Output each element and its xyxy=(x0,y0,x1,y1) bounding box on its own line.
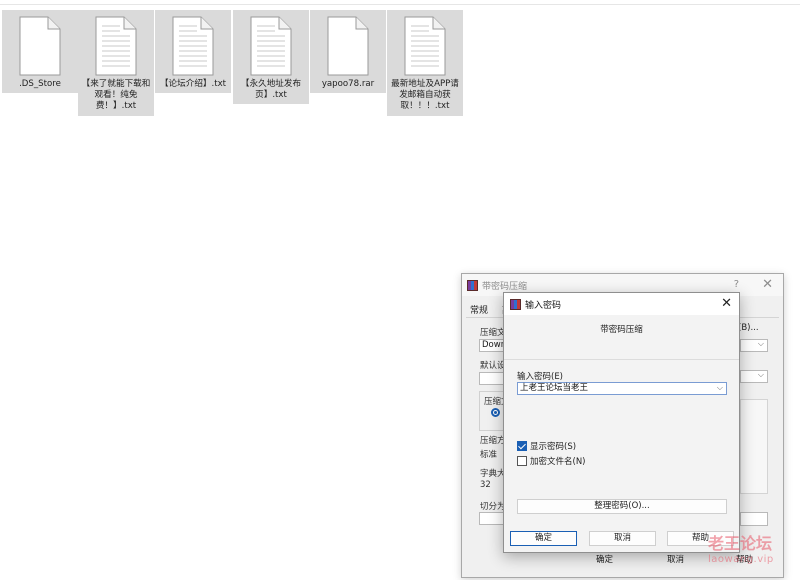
split-size-field[interactable] xyxy=(740,512,768,526)
dictionary-value[interactable]: 32 xyxy=(480,480,491,490)
organize-passwords-button[interactable]: 整理密码(O)... xyxy=(517,499,727,514)
text-file-icon xyxy=(171,16,215,76)
password-dialog: 输入密码 ✕ 带密码压缩 输入密码(E) 上老王论坛当老王 显示密码(S) 加密… xyxy=(503,292,740,553)
method-value[interactable]: 标准 xyxy=(480,448,497,460)
file-name: 【来了就能下载和观看！纯免费！】.txt xyxy=(81,79,151,111)
blank-file-icon xyxy=(18,16,62,76)
ok-button[interactable]: 确定 xyxy=(510,531,577,546)
file-item[interactable]: 最新地址及APP请发邮箱自动获取！！！.txt xyxy=(387,10,463,116)
file-name: 【永久地址发布页】.txt xyxy=(240,79,302,100)
file-name: 最新地址及APP请发邮箱自动获取！！！.txt xyxy=(391,79,459,111)
site-watermark: 老王论坛 laowang.vip xyxy=(708,536,798,568)
close-icon[interactable]: ✕ xyxy=(762,277,773,292)
text-file-icon xyxy=(249,16,293,76)
password-dialog-title: 输入密码 xyxy=(525,300,562,311)
blank-file-icon xyxy=(326,16,370,76)
file-item[interactable]: .DS_Store xyxy=(2,10,78,93)
archive-dialog-title: 带密码压缩 xyxy=(482,281,528,292)
file-name: 【论坛介绍】.txt xyxy=(159,79,227,89)
archive-cancel-button[interactable]: 取消 xyxy=(643,554,708,569)
file-name: yapoo78.rar xyxy=(321,79,375,89)
winrar-app-icon xyxy=(510,298,521,310)
encrypt-filenames-checkbox[interactable]: 加密文件名(N) xyxy=(517,455,586,467)
text-file-icon xyxy=(403,16,447,76)
top-divider xyxy=(0,4,800,5)
text-file-icon xyxy=(94,16,138,76)
checkbox-unchecked-icon[interactable] xyxy=(517,456,527,466)
update-mode-dropdown[interactable] xyxy=(740,370,768,383)
cancel-button[interactable]: 取消 xyxy=(589,531,656,546)
show-password-checkbox[interactable]: 显示密码(S) xyxy=(517,440,576,452)
password-label: 输入密码(E) xyxy=(517,372,564,382)
method-label: 压缩方 xyxy=(480,436,506,446)
file-item[interactable]: 【永久地址发布页】.txt xyxy=(233,10,309,104)
profile-label: 默认设 xyxy=(480,361,506,371)
password-dialog-header: 带密码压缩 xyxy=(504,315,739,360)
close-icon[interactable]: ✕ xyxy=(721,296,732,311)
checkbox-checked-icon[interactable] xyxy=(517,441,527,451)
dictionary-label: 字典大 xyxy=(480,469,506,479)
password-input[interactable]: 上老王论坛当老王 xyxy=(517,382,727,395)
browse-button[interactable]: (B)... xyxy=(738,323,768,337)
watermark-url: laowang.vip xyxy=(708,554,774,565)
help-icon[interactable]: ? xyxy=(734,279,739,290)
password-dialog-subtitle: 带密码压缩 xyxy=(600,325,643,335)
split-label: 切分为 xyxy=(480,502,506,512)
file-name: .DS_Store xyxy=(19,79,61,89)
archive-ok-button[interactable]: 确定 xyxy=(572,554,637,569)
archive-name-dropdown[interactable] xyxy=(740,339,768,352)
options-panel xyxy=(740,399,768,494)
archive-name-label: 压缩文 xyxy=(480,328,506,338)
password-dialog-titlebar: 输入密码 xyxy=(504,293,739,315)
file-item[interactable]: 【来了就能下载和观看！纯免费！】.txt xyxy=(78,10,154,116)
show-password-label: 显示密码(S) xyxy=(530,442,577,452)
encrypt-filenames-label: 加密文件名(N) xyxy=(530,457,586,467)
tab-general[interactable]: 常规 xyxy=(470,303,488,316)
file-item[interactable]: 【论坛介绍】.txt xyxy=(155,10,231,93)
format-radio[interactable] xyxy=(491,408,500,417)
watermark-title: 老王论坛 xyxy=(708,534,773,553)
winrar-app-icon xyxy=(467,279,478,291)
file-item[interactable]: yapoo78.rar xyxy=(310,10,386,93)
